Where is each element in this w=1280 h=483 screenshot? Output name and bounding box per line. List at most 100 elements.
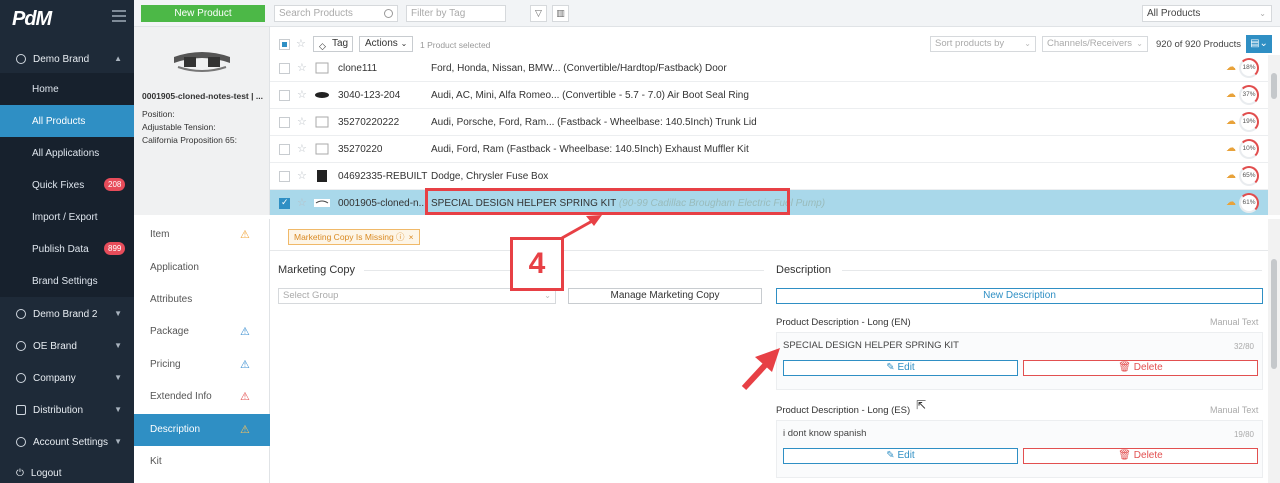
tab-label: Extended Info xyxy=(150,391,212,402)
description-title: Description xyxy=(776,264,832,276)
preview-title: 0001905-cloned-notes-test | ... xyxy=(142,91,263,101)
scrollbar-thumb[interactable] xyxy=(1271,259,1277,369)
tab-package[interactable]: Package ⚠ xyxy=(134,316,270,348)
filter-icon[interactable]: ▽ xyxy=(530,5,547,22)
filter-by-tag-input[interactable]: Filter by Tag xyxy=(406,5,506,22)
description-text-en: SPECIAL DESIGN HELPER SPRING KIT xyxy=(783,340,959,351)
chevron-down-icon: ⌄ xyxy=(400,39,408,48)
table-row[interactable]: ☆ 04692335-REBUILT Dodge, Chrysler Fuse … xyxy=(270,163,1268,190)
actions-label: Actions xyxy=(365,38,398,49)
sidebar-brand-label: Company xyxy=(33,372,76,384)
table-row[interactable]: ☆ 3040-123-204 Audi, AC, Mini, Alfa Rome… xyxy=(270,82,1268,109)
brand-icon xyxy=(16,309,26,319)
description-type-es: Manual Text xyxy=(1210,405,1259,415)
tab-kit[interactable]: Kit xyxy=(134,446,270,478)
description-card-es: i dont know spanish 19/80 ✎ Edit 🗑 Delet… xyxy=(776,420,1263,478)
columns-icon[interactable]: ▥ xyxy=(552,5,569,22)
char-count-en: 32/80 xyxy=(1233,342,1254,351)
table-row[interactable]: ☆ clone111 Ford, Honda, Nissan, BMW... (… xyxy=(270,55,1268,82)
manage-marketing-copy-button[interactable]: Manage Marketing Copy xyxy=(568,288,762,304)
row-sku: 3040-123-204 xyxy=(338,90,401,101)
sidebar-item-label: Quick Fixes xyxy=(32,179,85,191)
sidebar-item-brand-settings[interactable]: Brand Settings xyxy=(0,265,134,297)
star-icon[interactable]: ☆ xyxy=(297,61,307,74)
sidebar-brand-label: OE Brand xyxy=(33,340,77,352)
marketing-copy-missing-tag[interactable]: Marketing Copy Is Missing ⓘ × xyxy=(288,229,420,245)
row-checkbox[interactable] xyxy=(279,197,290,209)
row-sku: 35270220 xyxy=(338,144,383,155)
sidebar-distribution[interactable]: Distribution ▼ xyxy=(0,394,134,426)
sidebar-brand-demo-brand[interactable]: Demo Brand ▲ xyxy=(0,43,134,75)
sidebar-logout[interactable]: ⏻ Logout xyxy=(0,457,134,483)
view-toggle-icon[interactable]: ▤⌄ xyxy=(1246,35,1272,53)
row-checkbox[interactable] xyxy=(279,63,290,74)
sort-select[interactable]: Sort products by ⌄ xyxy=(930,36,1036,52)
sidebar-account-settings[interactable]: Account Settings ▼ xyxy=(0,426,134,458)
product-thumbnail xyxy=(315,92,329,98)
scrollbar-thumb[interactable] xyxy=(1271,73,1277,99)
table-row[interactable]: ☆ 35270220 Audi, Ford, Ram (Fastback - W… xyxy=(270,136,1268,163)
menu-toggle-icon[interactable] xyxy=(112,10,126,22)
sidebar-brand-label: Demo Brand 2 xyxy=(33,308,98,320)
channels-select[interactable]: Channels/Receivers ⌄ xyxy=(1042,36,1148,52)
product-thumbnail xyxy=(314,199,330,207)
close-icon[interactable]: × xyxy=(409,232,414,242)
distribution-icon xyxy=(16,405,26,415)
row-checkbox[interactable] xyxy=(279,171,290,182)
tab-description[interactable]: Description ⚠ xyxy=(134,414,270,446)
row-checkbox[interactable] xyxy=(279,90,290,101)
star-icon[interactable]: ☆ xyxy=(297,115,307,128)
sidebar-item-all-products[interactable]: All Products xyxy=(0,105,134,137)
delete-button-en[interactable]: 🗑 Delete xyxy=(1023,360,1258,376)
globe-icon xyxy=(16,373,26,383)
tag-button[interactable]: ◇ Tag xyxy=(313,36,353,52)
pencil-icon: ✎ xyxy=(886,450,895,461)
sidebar-brand-demo-brand-2[interactable]: Demo Brand 2 ▼ xyxy=(0,298,134,330)
product-scope-value: All Products xyxy=(1147,8,1201,19)
actions-dropdown[interactable]: Actions ⌄ xyxy=(359,36,413,52)
sidebar-item-quick-fixes[interactable]: Quick Fixes 208 xyxy=(0,169,134,201)
star-icon[interactable]: ☆ xyxy=(296,37,306,50)
warning-icon: ⚠ xyxy=(240,326,250,338)
detail-scrollbar[interactable] xyxy=(1268,219,1280,483)
star-icon[interactable]: ☆ xyxy=(297,169,307,182)
sidebar-company[interactable]: Company ▼ xyxy=(0,362,134,394)
row-description: Dodge, Chrysler Fuse Box xyxy=(431,171,549,182)
sidebar-item-label: Brand Settings xyxy=(32,275,98,287)
tab-extended-info[interactable]: Extended Info ⚠ xyxy=(134,381,270,413)
sidebar-item-all-applications[interactable]: All Applications xyxy=(0,137,134,169)
tab-item[interactable]: Item ⚠ xyxy=(134,219,270,251)
tab-attributes[interactable]: Attributes xyxy=(134,284,270,316)
description-text-es: i dont know spanish xyxy=(783,428,867,439)
sidebar-item-publish-data[interactable]: Publish Data 899 xyxy=(0,233,134,265)
sidebar-item-label: Publish Data xyxy=(32,243,89,255)
new-product-button[interactable]: New Product xyxy=(141,5,265,22)
edit-button-en[interactable]: ✎ Edit xyxy=(783,360,1018,376)
select-all-checkbox[interactable] xyxy=(279,39,290,50)
selected-count: 1 Product selected xyxy=(420,40,491,50)
star-icon[interactable]: ☆ xyxy=(297,142,307,155)
brand-icon xyxy=(16,341,26,351)
tab-application[interactable]: Application xyxy=(134,252,270,284)
new-description-button[interactable]: New Description xyxy=(776,288,1263,304)
tab-pricing[interactable]: Pricing ⚠ xyxy=(134,349,270,381)
star-icon[interactable]: ☆ xyxy=(297,88,307,101)
product-list-scrollbar[interactable] xyxy=(1268,55,1280,215)
star-icon[interactable]: ☆ xyxy=(297,196,307,209)
info-icon: ⓘ xyxy=(396,232,405,242)
sidebar-brand-oe-brand[interactable]: OE Brand ▼ xyxy=(0,330,134,362)
row-checkbox[interactable] xyxy=(279,117,290,128)
product-scope-select[interactable]: All Products ⌄ xyxy=(1142,5,1272,22)
publish-data-badge: 899 xyxy=(104,242,126,255)
sidebar-item-import-export[interactable]: Import / Export xyxy=(0,201,134,233)
annotation-step-badge: 4 xyxy=(510,237,564,291)
row-checkbox[interactable] xyxy=(279,144,290,155)
table-row[interactable]: ☆ 35270220222 Audi, Porsche, Ford, Ram..… xyxy=(270,109,1268,136)
search-input[interactable]: Search Products xyxy=(274,5,398,22)
sidebar-item-home[interactable]: Home xyxy=(0,73,134,105)
edit-button-es[interactable]: ✎ Edit xyxy=(783,448,1018,464)
chevron-down-icon: ⌄ xyxy=(1024,39,1031,48)
warning-icon: ⚠ xyxy=(240,391,250,403)
delete-button-es[interactable]: 🗑 Delete xyxy=(1023,448,1258,464)
description-type-en: Manual Text xyxy=(1210,317,1259,327)
